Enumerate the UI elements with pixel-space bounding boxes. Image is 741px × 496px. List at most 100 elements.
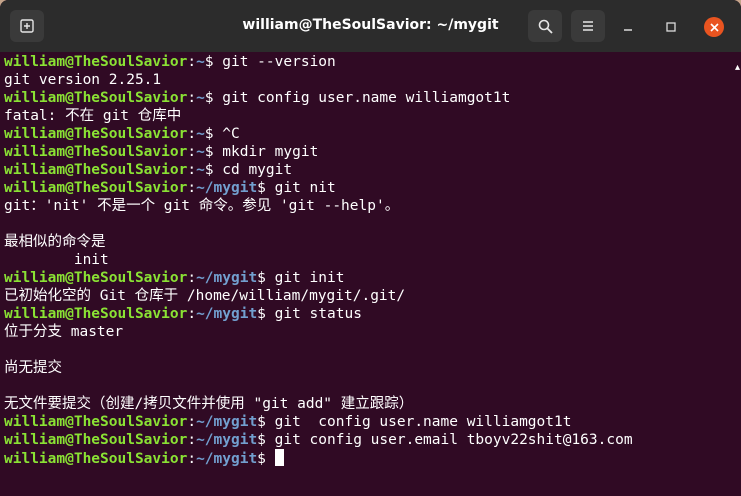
menu-button[interactable] (571, 10, 605, 42)
prompt-symbol: $ (257, 451, 275, 467)
prompt-user-host: william@TheSoulSavior (4, 414, 188, 430)
command-text: git nit (274, 180, 336, 196)
minimize-button[interactable] (618, 17, 638, 37)
prompt-symbol: $ (257, 270, 275, 286)
terminal-output-line: fatal: 不在 git 仓库中 (4, 107, 734, 125)
output-text: fatal: 不在 git 仓库中 (4, 108, 182, 124)
prompt-separator: : (187, 144, 197, 160)
prompt-user-host: william@TheSoulSavior (4, 90, 188, 106)
prompt-path: ~/mygit (196, 432, 258, 448)
prompt-symbol: $ (204, 162, 223, 178)
search-button[interactable] (528, 10, 562, 42)
terminal-output-line: 无文件要提交（创建/拷贝文件并使用 "git add" 建立跟踪） (4, 395, 734, 413)
command-text: git init (274, 270, 345, 286)
output-text: 无文件要提交（创建/拷贝文件并使用 "git add" 建立跟踪） (4, 396, 414, 412)
prompt-user-host: william@TheSoulSavior (4, 306, 188, 322)
prompt-symbol: $ (257, 180, 275, 196)
prompt-separator: : (187, 451, 197, 467)
output-text: 位于分支 master (4, 324, 124, 340)
command-text: mkdir mygit (222, 144, 319, 160)
command-text: git config user.name williamgot1t (222, 90, 511, 106)
prompt-path: ~ (196, 54, 205, 70)
terminal-prompt-line: william@TheSoulSavior:~/mygit$ git confi… (4, 413, 734, 431)
close-button[interactable] (704, 17, 724, 37)
output-text: 尚无提交 (4, 360, 62, 376)
command-text: git status (274, 306, 362, 322)
command-text: git --version (222, 54, 336, 70)
prompt-separator: : (187, 414, 197, 430)
prompt-separator: : (187, 90, 197, 106)
prompt-symbol: $ (257, 306, 275, 322)
prompt-separator: : (187, 54, 197, 70)
maximize-button[interactable] (661, 17, 681, 37)
terminal-prompt-line: william@TheSoulSavior:~/mygit$ (4, 449, 734, 467)
prompt-symbol: $ (204, 126, 223, 142)
terminal-prompt-line: william@TheSoulSavior:~$ cd mygit (4, 161, 734, 179)
prompt-user-host: william@TheSoulSavior (4, 126, 188, 142)
terminal-output-line: 尚无提交 (4, 359, 734, 377)
terminal-prompt-line: william@TheSoulSavior:~/mygit$ git init (4, 269, 734, 287)
prompt-user-host: william@TheSoulSavior (4, 162, 188, 178)
prompt-path: ~/mygit (196, 414, 258, 430)
terminal-output-line: 最相似的命令是 (4, 233, 734, 251)
prompt-separator: : (187, 432, 197, 448)
terminal-output[interactable]: william@TheSoulSavior:~$ git --version gi… (4, 53, 734, 493)
prompt-path: ~/mygit (196, 180, 258, 196)
output-text: git：'nit' 不是一个 git 命令。参见 'git --help'。 (4, 198, 400, 214)
terminal-prompt-line: william@TheSoulSavior:~/mygit$ git statu… (4, 305, 734, 323)
command-text: ^C (222, 126, 240, 142)
terminal-prompt-line: william@TheSoulSavior:~/mygit$ git nit (4, 179, 734, 197)
scrollbar-indicator[interactable]: ▴ (735, 62, 740, 73)
prompt-symbol: $ (204, 144, 223, 160)
terminal-prompt-line: william@TheSoulSavior:~$ git --version (4, 53, 734, 71)
prompt-symbol: $ (204, 90, 223, 106)
terminal-output-line: init (4, 251, 734, 269)
prompt-path: ~/mygit (196, 270, 258, 286)
prompt-user-host: william@TheSoulSavior (4, 451, 188, 467)
output-text: init (4, 252, 109, 268)
command-text: git config user.name williamgot1t (274, 414, 572, 430)
title-bar: william@TheSoulSavior: ~/mygit (0, 0, 741, 52)
prompt-user-host: william@TheSoulSavior (4, 54, 188, 70)
hamburger-menu-icon (583, 21, 593, 31)
text-cursor (274, 449, 284, 466)
terminal-prompt-line: william@TheSoulSavior:~$ mkdir mygit (4, 143, 734, 161)
terminal-prompt-line: william@TheSoulSavior:~$ ^C (4, 125, 734, 143)
prompt-path: ~/mygit (196, 451, 258, 467)
command-text: cd mygit (222, 162, 293, 178)
prompt-path: ~ (196, 144, 205, 160)
terminal-prompt-line: william@TheSoulSavior:~$ git config user… (4, 89, 734, 107)
prompt-symbol: $ (257, 432, 275, 448)
prompt-separator: : (187, 162, 197, 178)
prompt-separator: : (187, 270, 197, 286)
command-text: git config user.email tboyv22shit@163.co… (274, 432, 633, 448)
minimize-icon (624, 29, 632, 31)
maximize-icon (666, 22, 676, 32)
terminal-output-line: git version 2.25.1 (4, 71, 734, 89)
terminal-output-line: 已初始化空的 Git 仓库于 /home/william/mygit/.git/ (4, 287, 734, 305)
prompt-user-host: william@TheSoulSavior (4, 144, 188, 160)
output-text: 已初始化空的 Git 仓库于 /home/william/mygit/.git/ (4, 288, 406, 304)
prompt-separator: : (187, 306, 197, 322)
terminal-prompt-line: william@TheSoulSavior:~/mygit$ git confi… (4, 431, 734, 449)
prompt-path: ~ (196, 90, 205, 106)
terminal-window: william@TheSoulSavior: ~/mygit william@T… (0, 0, 741, 496)
output-text: git version 2.25.1 (4, 72, 162, 88)
close-icon (709, 22, 719, 32)
prompt-path: ~/mygit (196, 306, 258, 322)
prompt-separator: : (187, 180, 197, 196)
prompt-separator: : (187, 126, 197, 142)
prompt-user-host: william@TheSoulSavior (4, 270, 188, 286)
output-text: 最相似的命令是 (4, 234, 106, 250)
prompt-user-host: william@TheSoulSavior (4, 180, 188, 196)
prompt-path: ~ (196, 126, 205, 142)
prompt-user-host: william@TheSoulSavior (4, 432, 188, 448)
search-icon (538, 19, 553, 34)
prompt-path: ~ (196, 162, 205, 178)
terminal-output-line: git：'nit' 不是一个 git 命令。参见 'git --help'。 (4, 197, 734, 215)
prompt-symbol: $ (204, 54, 223, 70)
terminal-output-line: 位于分支 master (4, 323, 734, 341)
